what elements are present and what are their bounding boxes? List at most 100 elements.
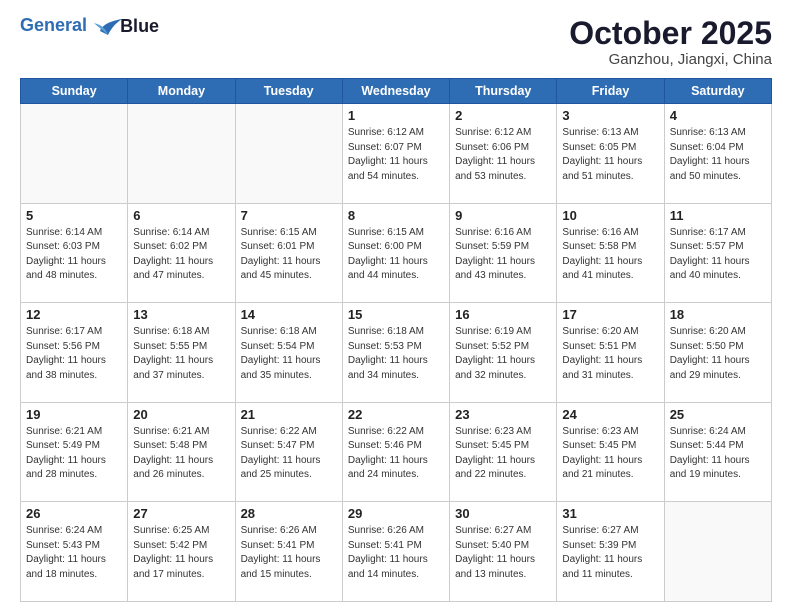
day-cell	[128, 104, 235, 204]
day-number: 23	[455, 407, 551, 422]
day-number: 11	[670, 208, 766, 223]
calendar-table: SundayMondayTuesdayWednesdayThursdayFrid…	[20, 78, 772, 602]
header: General Blue October 2025 Ganzhou, Jiang…	[20, 16, 772, 68]
day-number: 17	[562, 307, 658, 322]
day-cell: 11 Sunrise: 6:17 AM Sunset: 5:57 PM Dayli…	[664, 203, 771, 303]
day-number: 15	[348, 307, 444, 322]
day-number: 16	[455, 307, 551, 322]
day-number: 4	[670, 108, 766, 123]
weekday-header-thursday: Thursday	[450, 79, 557, 104]
week-row-1: 1 Sunrise: 6:12 AM Sunset: 6:07 PM Daylig…	[21, 104, 772, 204]
day-info: Sunrise: 6:16 AM Sunset: 5:58 PM Dayligh…	[562, 226, 658, 284]
day-number: 24	[562, 407, 658, 422]
day-info: Sunrise: 6:22 AM Sunset: 5:47 PM Dayligh…	[241, 425, 337, 483]
week-row-4: 19Sunrise: 6:21 AM Sunset: 5:49 PM Dayli…	[21, 402, 772, 502]
day-info: Sunrise: 6:13 AM Sunset: 6:04 PM Dayligh…	[670, 126, 766, 184]
day-cell: 5 Sunrise: 6:14 AM Sunset: 6:03 PM Daylig…	[21, 203, 128, 303]
day-number: 26	[26, 506, 122, 521]
day-cell: 18Sunrise: 6:20 AM Sunset: 5:50 PM Dayli…	[664, 303, 771, 403]
day-info: Sunrise: 6:26 AM Sunset: 5:41 PM Dayligh…	[348, 524, 444, 582]
day-cell: 13Sunrise: 6:18 AM Sunset: 5:55 PM Dayli…	[128, 303, 235, 403]
day-number: 22	[348, 407, 444, 422]
day-cell	[664, 502, 771, 602]
day-number: 9	[455, 208, 551, 223]
day-cell: 17 Sunrise: 6:20 AM Sunset: 5:51 PM Dayli…	[557, 303, 664, 403]
day-info: Sunrise: 6:26 AM Sunset: 5:41 PM Dayligh…	[241, 524, 337, 582]
page: General Blue October 2025 Ganzhou, Jiang…	[0, 0, 792, 612]
day-cell: 6 Sunrise: 6:14 AM Sunset: 6:02 PM Daylig…	[128, 203, 235, 303]
day-info: Sunrise: 6:14 AM Sunset: 6:03 PM Dayligh…	[26, 226, 122, 284]
day-info: Sunrise: 6:17 AM Sunset: 5:56 PM Dayligh…	[26, 325, 122, 383]
day-number: 27	[133, 506, 229, 521]
day-number: 7	[241, 208, 337, 223]
day-cell: 23 Sunrise: 6:23 AM Sunset: 5:45 PM Dayli…	[450, 402, 557, 502]
logo-text: General	[20, 16, 122, 36]
day-cell: 28 Sunrise: 6:26 AM Sunset: 5:41 PM Dayli…	[235, 502, 342, 602]
day-info: Sunrise: 6:14 AM Sunset: 6:02 PM Dayligh…	[133, 226, 229, 284]
day-info: Sunrise: 6:18 AM Sunset: 5:54 PM Dayligh…	[241, 325, 337, 383]
day-info: Sunrise: 6:27 AM Sunset: 5:39 PM Dayligh…	[562, 524, 658, 582]
day-info: Sunrise: 6:21 AM Sunset: 5:48 PM Dayligh…	[133, 425, 229, 483]
day-cell: 22 Sunrise: 6:22 AM Sunset: 5:46 PM Dayli…	[342, 402, 449, 502]
day-cell: 26 Sunrise: 6:24 AM Sunset: 5:43 PM Dayli…	[21, 502, 128, 602]
day-info: Sunrise: 6:18 AM Sunset: 5:53 PM Dayligh…	[348, 325, 444, 383]
weekday-header-wednesday: Wednesday	[342, 79, 449, 104]
day-number: 12	[26, 307, 122, 322]
day-info: Sunrise: 6:18 AM Sunset: 5:55 PM Dayligh…	[133, 325, 229, 383]
day-info: Sunrise: 6:24 AM Sunset: 5:44 PM Dayligh…	[670, 425, 766, 483]
day-number: 31	[562, 506, 658, 521]
day-number: 1	[348, 108, 444, 123]
day-info: Sunrise: 6:22 AM Sunset: 5:46 PM Dayligh…	[348, 425, 444, 483]
logo-blue-text: Blue	[120, 16, 159, 37]
day-cell: 30Sunrise: 6:27 AM Sunset: 5:40 PM Dayli…	[450, 502, 557, 602]
day-number: 18	[670, 307, 766, 322]
day-number: 14	[241, 307, 337, 322]
day-info: Sunrise: 6:16 AM Sunset: 5:59 PM Dayligh…	[455, 226, 551, 284]
logo: General Blue	[20, 16, 159, 37]
day-number: 5	[26, 208, 122, 223]
day-info: Sunrise: 6:23 AM Sunset: 5:45 PM Dayligh…	[455, 425, 551, 483]
day-info: Sunrise: 6:24 AM Sunset: 5:43 PM Dayligh…	[26, 524, 122, 582]
day-number: 28	[241, 506, 337, 521]
day-info: Sunrise: 6:12 AM Sunset: 6:07 PM Dayligh…	[348, 126, 444, 184]
week-row-3: 12 Sunrise: 6:17 AM Sunset: 5:56 PM Dayli…	[21, 303, 772, 403]
day-info: Sunrise: 6:19 AM Sunset: 5:52 PM Dayligh…	[455, 325, 551, 383]
month-title: October 2025	[569, 16, 772, 51]
day-info: Sunrise: 6:20 AM Sunset: 5:51 PM Dayligh…	[562, 325, 658, 383]
day-cell: 15 Sunrise: 6:18 AM Sunset: 5:53 PM Dayli…	[342, 303, 449, 403]
day-cell: 31 Sunrise: 6:27 AM Sunset: 5:39 PM Dayli…	[557, 502, 664, 602]
day-cell: 16 Sunrise: 6:19 AM Sunset: 5:52 PM Dayli…	[450, 303, 557, 403]
day-cell: 10 Sunrise: 6:16 AM Sunset: 5:58 PM Dayli…	[557, 203, 664, 303]
weekday-header-saturday: Saturday	[664, 79, 771, 104]
day-cell: 2Sunrise: 6:12 AM Sunset: 6:06 PM Daylig…	[450, 104, 557, 204]
day-cell: 21 Sunrise: 6:22 AM Sunset: 5:47 PM Dayli…	[235, 402, 342, 502]
day-info: Sunrise: 6:17 AM Sunset: 5:57 PM Dayligh…	[670, 226, 766, 284]
day-info: Sunrise: 6:21 AM Sunset: 5:49 PM Dayligh…	[26, 425, 122, 483]
logo-bird-icon	[94, 17, 122, 37]
day-cell: 24Sunrise: 6:23 AM Sunset: 5:45 PM Dayli…	[557, 402, 664, 502]
day-info: Sunrise: 6:27 AM Sunset: 5:40 PM Dayligh…	[455, 524, 551, 582]
day-cell: 27 Sunrise: 6:25 AM Sunset: 5:42 PM Dayli…	[128, 502, 235, 602]
weekday-header-sunday: Sunday	[21, 79, 128, 104]
day-cell: 20 Sunrise: 6:21 AM Sunset: 5:48 PM Dayli…	[128, 402, 235, 502]
day-number: 25	[670, 407, 766, 422]
weekday-header-friday: Friday	[557, 79, 664, 104]
day-cell: 19Sunrise: 6:21 AM Sunset: 5:49 PM Dayli…	[21, 402, 128, 502]
day-info: Sunrise: 6:12 AM Sunset: 6:06 PM Dayligh…	[455, 126, 551, 184]
title-block: October 2025 Ganzhou, Jiangxi, China	[569, 16, 772, 68]
location-subtitle: Ganzhou, Jiangxi, China	[569, 51, 772, 68]
day-info: Sunrise: 6:13 AM Sunset: 6:05 PM Dayligh…	[562, 126, 658, 184]
day-info: Sunrise: 6:25 AM Sunset: 5:42 PM Dayligh…	[133, 524, 229, 582]
day-cell: 29 Sunrise: 6:26 AM Sunset: 5:41 PM Dayli…	[342, 502, 449, 602]
day-cell: 12 Sunrise: 6:17 AM Sunset: 5:56 PM Dayli…	[21, 303, 128, 403]
day-cell	[235, 104, 342, 204]
day-info: Sunrise: 6:15 AM Sunset: 6:00 PM Dayligh…	[348, 226, 444, 284]
day-cell: 3Sunrise: 6:13 AM Sunset: 6:05 PM Daylig…	[557, 104, 664, 204]
day-number: 20	[133, 407, 229, 422]
week-row-5: 26 Sunrise: 6:24 AM Sunset: 5:43 PM Dayli…	[21, 502, 772, 602]
day-cell: 8Sunrise: 6:15 AM Sunset: 6:00 PM Daylig…	[342, 203, 449, 303]
day-number: 21	[241, 407, 337, 422]
day-number: 29	[348, 506, 444, 521]
day-number: 6	[133, 208, 229, 223]
day-number: 10	[562, 208, 658, 223]
